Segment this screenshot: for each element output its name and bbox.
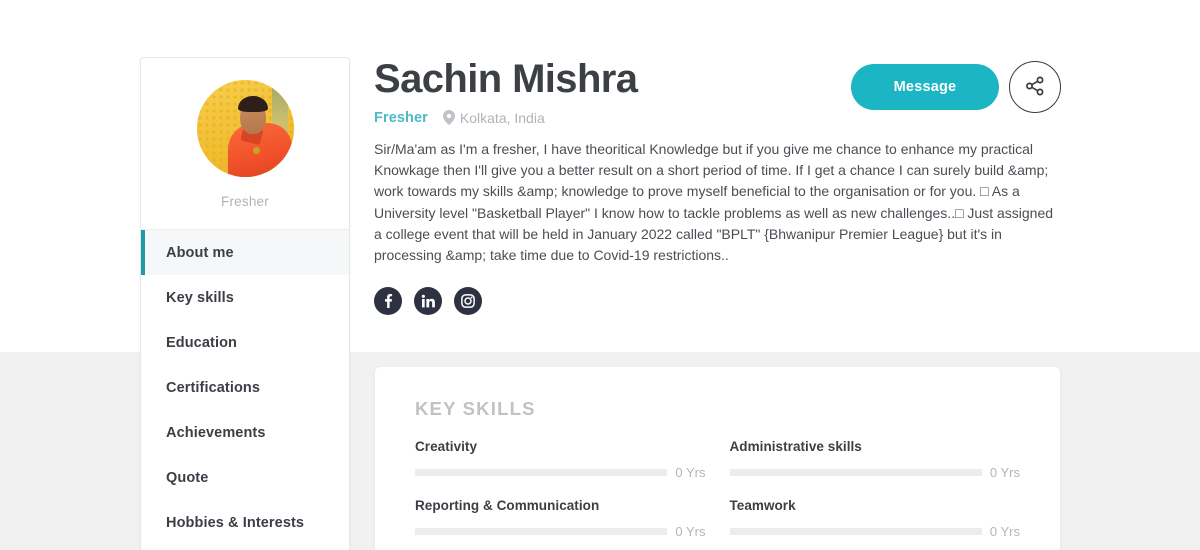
skill-item-reporting-communication: Reporting & Communication 0 Yrs bbox=[415, 498, 706, 539]
skill-name: Creativity bbox=[415, 439, 478, 454]
key-skills-title: KEY SKILLS bbox=[415, 398, 536, 419]
skill-progress-track bbox=[415, 528, 668, 535]
skill-item-teamwork: Teamwork 0 Yrs bbox=[729, 498, 1020, 539]
skill-years: 0 Yrs bbox=[989, 524, 1020, 539]
instagram-icon[interactable] bbox=[454, 286, 482, 315]
sidebar-item-key-skills[interactable]: Key skills bbox=[141, 275, 349, 320]
sidebar-item-label: Certifications bbox=[166, 379, 261, 396]
sidebar-item-certifications[interactable]: Certifications bbox=[141, 365, 349, 410]
social-links bbox=[374, 286, 1064, 315]
message-button[interactable]: Message bbox=[851, 64, 999, 110]
profile-sidebar: Fresher About me Key skills Education Ce… bbox=[140, 57, 350, 550]
skill-progress-track bbox=[729, 469, 982, 476]
skill-years: 0 Yrs bbox=[675, 465, 706, 480]
skill-name: Reporting & Communication bbox=[415, 498, 600, 513]
skill-bar-row: 0 Yrs bbox=[729, 465, 1020, 480]
share-button[interactable] bbox=[1009, 61, 1061, 113]
avatar-caption: Fresher bbox=[221, 194, 269, 209]
sidebar-item-label: Education bbox=[166, 334, 237, 351]
sidebar-item-achievements[interactable]: Achievements bbox=[141, 410, 349, 455]
sidebar-item-about-me[interactable]: About me bbox=[141, 230, 349, 275]
skill-years: 0 Yrs bbox=[675, 524, 706, 539]
avatar-shirt-badge bbox=[252, 146, 260, 154]
skill-bar-row: 0 Yrs bbox=[415, 524, 706, 539]
profile-meta-row: Fresher Kolkata, India bbox=[374, 110, 1064, 126]
sidebar-nav: About me Key skills Education Certificat… bbox=[141, 229, 349, 545]
facebook-icon[interactable] bbox=[374, 286, 402, 315]
key-skills-card: KEY SKILLS Creativity 0 Yrs Administrati… bbox=[375, 367, 1060, 550]
location: Kolkata, India bbox=[442, 109, 545, 126]
linkedin-icon[interactable] bbox=[414, 286, 442, 315]
map-pin-icon bbox=[442, 110, 455, 126]
sidebar-item-hobbies-interests[interactable]: Hobbies & Interests bbox=[141, 500, 349, 545]
role-label: Fresher bbox=[374, 109, 428, 126]
key-skills-grid: Creativity 0 Yrs Administrative skills 0… bbox=[415, 439, 1020, 539]
skill-name: Administrative skills bbox=[729, 439, 862, 454]
avatar bbox=[196, 80, 294, 177]
location-text: Kolkata, India bbox=[459, 109, 545, 126]
sidebar-item-label: Key skills bbox=[166, 289, 234, 306]
skill-progress-track bbox=[415, 469, 668, 476]
skill-item-administrative-skills: Administrative skills 0 Yrs bbox=[729, 439, 1020, 480]
skill-item-creativity: Creativity 0 Yrs bbox=[415, 439, 706, 480]
skill-progress-track bbox=[729, 528, 982, 535]
sidebar-item-label: Hobbies & Interests bbox=[166, 514, 305, 531]
skill-years: 0 Yrs bbox=[989, 465, 1020, 480]
avatar-section: Fresher bbox=[141, 58, 349, 209]
skill-bar-row: 0 Yrs bbox=[415, 465, 706, 480]
sidebar-item-label: Achievements bbox=[166, 424, 266, 441]
skill-name: Teamwork bbox=[729, 498, 796, 513]
skill-bar-row: 0 Yrs bbox=[729, 524, 1020, 539]
sidebar-item-education[interactable]: Education bbox=[141, 320, 349, 365]
sidebar-item-quote[interactable]: Quote bbox=[141, 455, 349, 500]
share-icon bbox=[1024, 75, 1046, 100]
profile-bio: Sir/Ma'am as I'm a fresher, I have theor… bbox=[374, 140, 1054, 264]
sidebar-item-label: Quote bbox=[166, 469, 209, 486]
sidebar-item-label: About me bbox=[166, 244, 234, 261]
